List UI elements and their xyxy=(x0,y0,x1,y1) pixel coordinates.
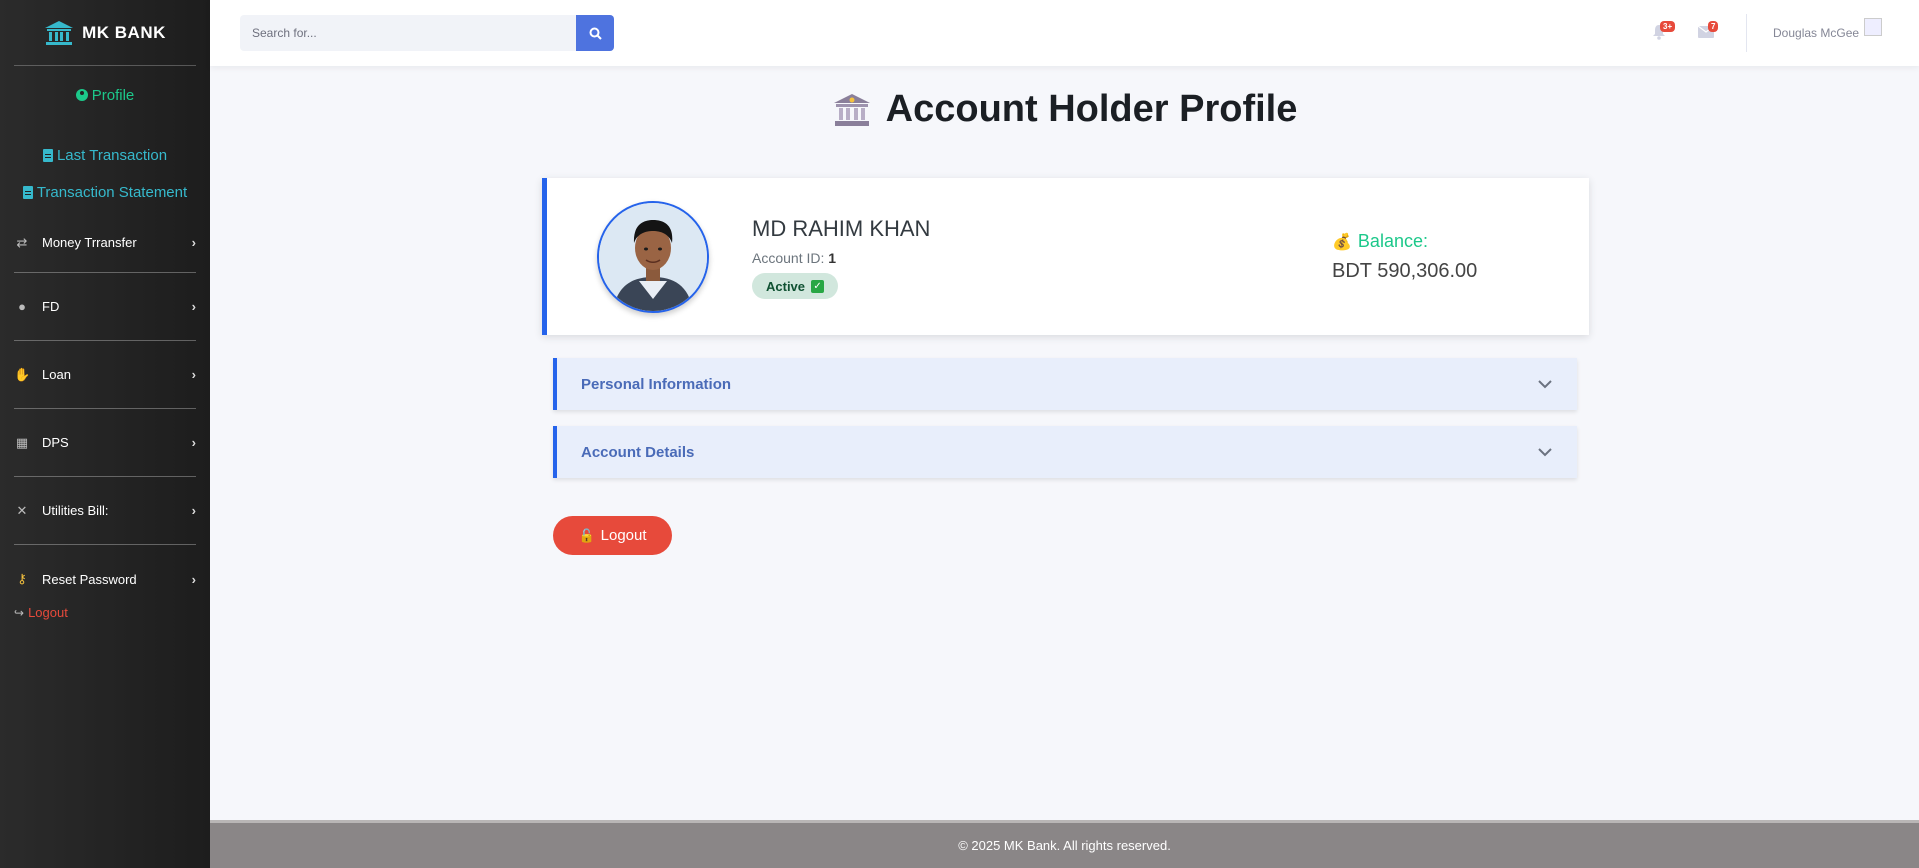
profile-card: MD RAHIM KHAN Account ID: 1 Active ✓ 💰 B… xyxy=(542,178,1589,335)
sidebar-item-label: DPS xyxy=(42,435,69,450)
sidebar-item-transaction-statement[interactable]: Transaction Statement xyxy=(0,179,210,205)
logout-button-label: Logout xyxy=(600,527,647,544)
topbar: 3+ 7 Douglas McGee xyxy=(210,0,1919,66)
search-button[interactable] xyxy=(576,15,614,51)
sidebar-item-money-transfer[interactable]: ⇄ Money Trransfer › xyxy=(14,213,196,273)
bank-building-icon xyxy=(833,93,870,126)
sidebar-item-dps[interactable]: ▦ DPS › xyxy=(14,409,196,477)
user-circle-icon xyxy=(75,89,88,101)
user-avatar[interactable] xyxy=(1864,18,1882,36)
sidebar-item-profile[interactable]: Profile xyxy=(0,82,210,108)
unlock-icon: 🔓 xyxy=(578,527,595,543)
sidebar-item-label: Utilities Bill: xyxy=(42,503,109,518)
chevron-right-icon: › xyxy=(191,367,196,382)
chevron-down-icon xyxy=(1538,448,1552,457)
account-holder-name: MD RAHIM KHAN xyxy=(752,216,931,241)
tools-icon: ✕ xyxy=(16,502,28,518)
piggy-bank-icon: ● xyxy=(18,299,26,314)
bank-icon xyxy=(45,20,74,45)
user-name[interactable]: Douglas McGee xyxy=(1773,26,1859,40)
balance-value: BDT 590,306.00 xyxy=(1332,260,1478,282)
sidebar: MK BANK Profile Last Transaction Transac… xyxy=(0,0,210,868)
messages-count-badge: 7 xyxy=(1708,21,1719,32)
sidebar-item-fd[interactable]: ● FD › xyxy=(14,273,196,341)
status-badge: Active ✓ xyxy=(752,273,839,299)
sidebar-item-label: Last Transaction xyxy=(56,146,168,164)
check-icon: ✓ xyxy=(811,279,825,293)
chevron-right-icon: › xyxy=(191,299,196,314)
brand-name: MK BANK xyxy=(82,22,166,42)
hand-coin-icon: ✋ xyxy=(14,366,31,382)
alerts-count-badge: 3+ xyxy=(1660,21,1676,32)
search-bar xyxy=(240,15,614,51)
key-icon: ⚷ xyxy=(17,571,27,586)
messages-button[interactable]: 7 xyxy=(1697,21,1719,40)
profile-photo xyxy=(597,201,709,313)
sidebar-item-label: Reset Password xyxy=(42,571,137,587)
chevron-right-icon: › xyxy=(191,435,196,450)
money-bag-icon: 💰 xyxy=(1332,233,1352,251)
search-input[interactable] xyxy=(240,15,576,51)
balance-label-text: Balance: xyxy=(1357,231,1428,251)
sidebar-item-label: Profile xyxy=(91,86,135,104)
topbar-divider xyxy=(1746,14,1747,52)
page-title-text: Account Holder Profile xyxy=(885,88,1298,130)
footer: © 2025 MK Bank. All rights reserved. xyxy=(210,820,1919,868)
sidebar-item-label: Transaction Statement xyxy=(36,183,188,201)
brand[interactable]: MK BANK xyxy=(14,0,196,66)
person-photo xyxy=(599,203,707,311)
account-details-accordion[interactable]: Account Details xyxy=(553,426,1577,478)
logout-button[interactable]: 🔓 Logout xyxy=(553,516,672,555)
sidebar-item-last-transaction[interactable]: Last Transaction xyxy=(0,142,210,168)
sidebar-item-utilities-bill[interactable]: ✕ Utilities Bill: › xyxy=(14,477,196,545)
file-icon xyxy=(22,185,33,199)
calendar-icon: ▦ xyxy=(15,434,29,450)
alerts-button[interactable]: 3+ xyxy=(1652,21,1676,40)
chevron-right-icon: › xyxy=(191,235,196,250)
accordion-label: Personal Information xyxy=(581,375,732,393)
sidebar-item-reset-password[interactable]: ⚷ Reset Password › xyxy=(14,545,196,613)
footer-copyright: © 2025 MK Bank. All rights reserved. xyxy=(958,838,1171,853)
account-id-value: 1 xyxy=(828,250,837,266)
sidebar-logout-link[interactable]: ↪ Logout xyxy=(14,605,196,620)
chevron-down-icon xyxy=(1538,380,1552,389)
page-title: Account Holder Profile xyxy=(210,88,1919,131)
balance-label: 💰 Balance: xyxy=(1332,231,1428,252)
personal-information-accordion[interactable]: Personal Information xyxy=(553,358,1577,410)
file-icon xyxy=(42,148,53,162)
sidebar-item-label: FD xyxy=(42,299,60,314)
transfer-icon: ⇄ xyxy=(16,234,28,250)
account-id: Account ID: 1 xyxy=(752,250,836,266)
sidebar-logout-label: Logout xyxy=(28,605,68,620)
sidebar-item-label: Loan xyxy=(42,367,71,382)
account-id-label: Account ID: xyxy=(752,250,825,266)
status-text: Active xyxy=(766,278,806,294)
sign-out-icon: ↪ xyxy=(14,605,25,620)
sidebar-menu: ⇄ Money Trransfer › ● FD › ✋ Loan › ▦ DP… xyxy=(0,213,210,613)
search-icon xyxy=(589,27,602,40)
chevron-right-icon: › xyxy=(191,503,196,518)
sidebar-item-loan[interactable]: ✋ Loan › xyxy=(14,341,196,409)
sidebar-item-label: Money Trransfer xyxy=(42,235,137,250)
chevron-right-icon: › xyxy=(191,571,196,587)
accordion-label: Account Details xyxy=(581,443,695,461)
